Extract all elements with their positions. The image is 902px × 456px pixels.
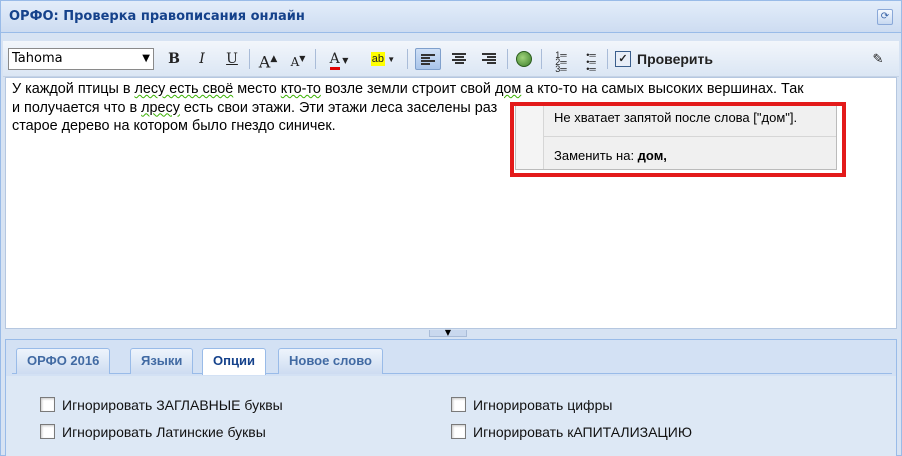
numbered-list-icon: 1═ 2═ 3═ bbox=[555, 50, 567, 74]
toolbar-divider bbox=[507, 49, 508, 69]
option-label: Игнорировать кАПИТАЛИЗАЦИЮ bbox=[473, 424, 692, 440]
annotation-highlight-frame bbox=[510, 102, 846, 177]
font-color-icon: A bbox=[329, 51, 340, 70]
toolbar-divider bbox=[315, 49, 316, 69]
settings-tabs: ОРФО 2016 Языки Опции Новое слово bbox=[12, 344, 892, 375]
font-select-value: Tahoma bbox=[12, 51, 63, 66]
text-run: У каждой птицы в bbox=[12, 81, 135, 97]
edit-document-icon: ✎ bbox=[872, 51, 884, 66]
option-ignore-capitalization[interactable]: Игнорировать кАПИТАЛИЗАЦИЮ bbox=[451, 423, 692, 441]
align-center-icon bbox=[452, 53, 466, 65]
option-label: Игнорировать цифры bbox=[473, 397, 613, 413]
highlight-button[interactable]: ab ▼ bbox=[365, 48, 401, 70]
bold-button[interactable]: B bbox=[163, 48, 185, 70]
option-ignore-digits[interactable]: Игнорировать цифры bbox=[451, 396, 612, 414]
globe-icon bbox=[516, 51, 532, 67]
text-run: и получается что в bbox=[12, 99, 142, 116]
check-spelling-button[interactable]: ✓ Проверить bbox=[615, 48, 713, 70]
highlight-icon: ab bbox=[370, 52, 386, 66]
flagged-text[interactable]: лесу есть своё bbox=[134, 81, 233, 97]
underline-button[interactable]: U bbox=[221, 48, 243, 70]
checkbox[interactable] bbox=[451, 397, 466, 412]
window-title: ОРФО: Проверка правописания онлайн bbox=[9, 9, 305, 24]
font-select[interactable]: Tahoma ▼ bbox=[8, 48, 154, 70]
option-label: Игнорировать Латинские буквы bbox=[62, 424, 266, 440]
tab-orfo-2016[interactable]: ОРФО 2016 bbox=[16, 348, 111, 374]
flagged-text[interactable]: дом bbox=[495, 81, 521, 97]
checkbox[interactable] bbox=[40, 397, 55, 412]
font-color-button[interactable]: A ▼ bbox=[321, 48, 357, 70]
align-center-button[interactable] bbox=[447, 48, 471, 70]
option-ignore-caps[interactable]: Игнорировать ЗАГЛАВНЫЕ буквы bbox=[40, 396, 283, 414]
flagged-text[interactable]: лресу bbox=[141, 100, 180, 116]
refresh-icon[interactable]: ⟳ bbox=[877, 9, 893, 25]
resize-handle[interactable]: ▼ bbox=[429, 329, 467, 337]
window-titlebar: ОРФО: Проверка правописания онлайн ⟳ bbox=[1, 1, 901, 33]
flagged-text[interactable]: кто-то bbox=[281, 81, 321, 97]
text-run: а кто-то на самых высоких вершинах. Так bbox=[521, 81, 804, 97]
tab-new-word[interactable]: Новое слово bbox=[278, 348, 383, 374]
align-left-icon bbox=[421, 54, 435, 66]
edit-source-button[interactable]: ✎ bbox=[867, 48, 889, 70]
checkbox[interactable] bbox=[451, 424, 466, 439]
bullet-list-button[interactable]: •═ •═ •═ bbox=[579, 48, 603, 74]
toolbar-divider bbox=[407, 49, 408, 69]
check-spelling-label: Проверить bbox=[637, 51, 713, 67]
numbered-list-button[interactable]: 1═ 2═ 3═ bbox=[549, 48, 573, 74]
spellcheck-window: ОРФО: Проверка правописания онлайн ⟳ Tah… bbox=[0, 0, 902, 456]
tab-languages[interactable]: Языки bbox=[130, 348, 194, 374]
chevron-down-icon: ▼ bbox=[142, 53, 150, 64]
grow-font-label: A bbox=[258, 52, 271, 72]
text-run: есть свои этажи. Эти этажи леса заселены… bbox=[179, 99, 498, 116]
tab-options[interactable]: Опции bbox=[202, 348, 266, 375]
bullet-list-icon: •═ •═ •═ bbox=[586, 50, 596, 74]
settings-panel: ОРФО 2016 Языки Опции Новое слово Игнори… bbox=[5, 339, 897, 456]
text-run: место bbox=[233, 81, 281, 97]
shrink-font-label: A bbox=[290, 55, 300, 69]
toolbar-divider bbox=[541, 49, 542, 69]
option-label: Игнорировать ЗАГЛАВНЫЕ буквы bbox=[62, 397, 283, 413]
spellcheck-icon: ✓ bbox=[615, 51, 631, 67]
text-run: возле земли строит свой bbox=[320, 81, 495, 97]
align-right-icon bbox=[482, 53, 496, 65]
insert-link-button[interactable] bbox=[513, 48, 535, 70]
checkbox[interactable] bbox=[40, 424, 55, 439]
align-right-button[interactable] bbox=[477, 48, 501, 70]
options-content: Игнорировать ЗАГЛАВНЫЕ буквы Игнорироват… bbox=[6, 376, 896, 456]
align-left-button[interactable] bbox=[415, 48, 441, 70]
toolbar-divider bbox=[249, 49, 250, 69]
formatting-toolbar: Tahoma ▼ B I U A▲ A▼ A ▼ ab ▼ 1═ 2═ 3═ •… bbox=[3, 41, 899, 77]
option-ignore-latin[interactable]: Игнорировать Латинские буквы bbox=[40, 423, 266, 441]
grow-font-button[interactable]: A▲ bbox=[257, 48, 279, 72]
italic-button[interactable]: I bbox=[191, 48, 213, 70]
editor-line: У каждой птицы в лесу есть своё место кт… bbox=[12, 80, 890, 99]
shrink-font-button[interactable]: A▼ bbox=[287, 48, 309, 70]
toolbar-divider bbox=[607, 49, 608, 69]
